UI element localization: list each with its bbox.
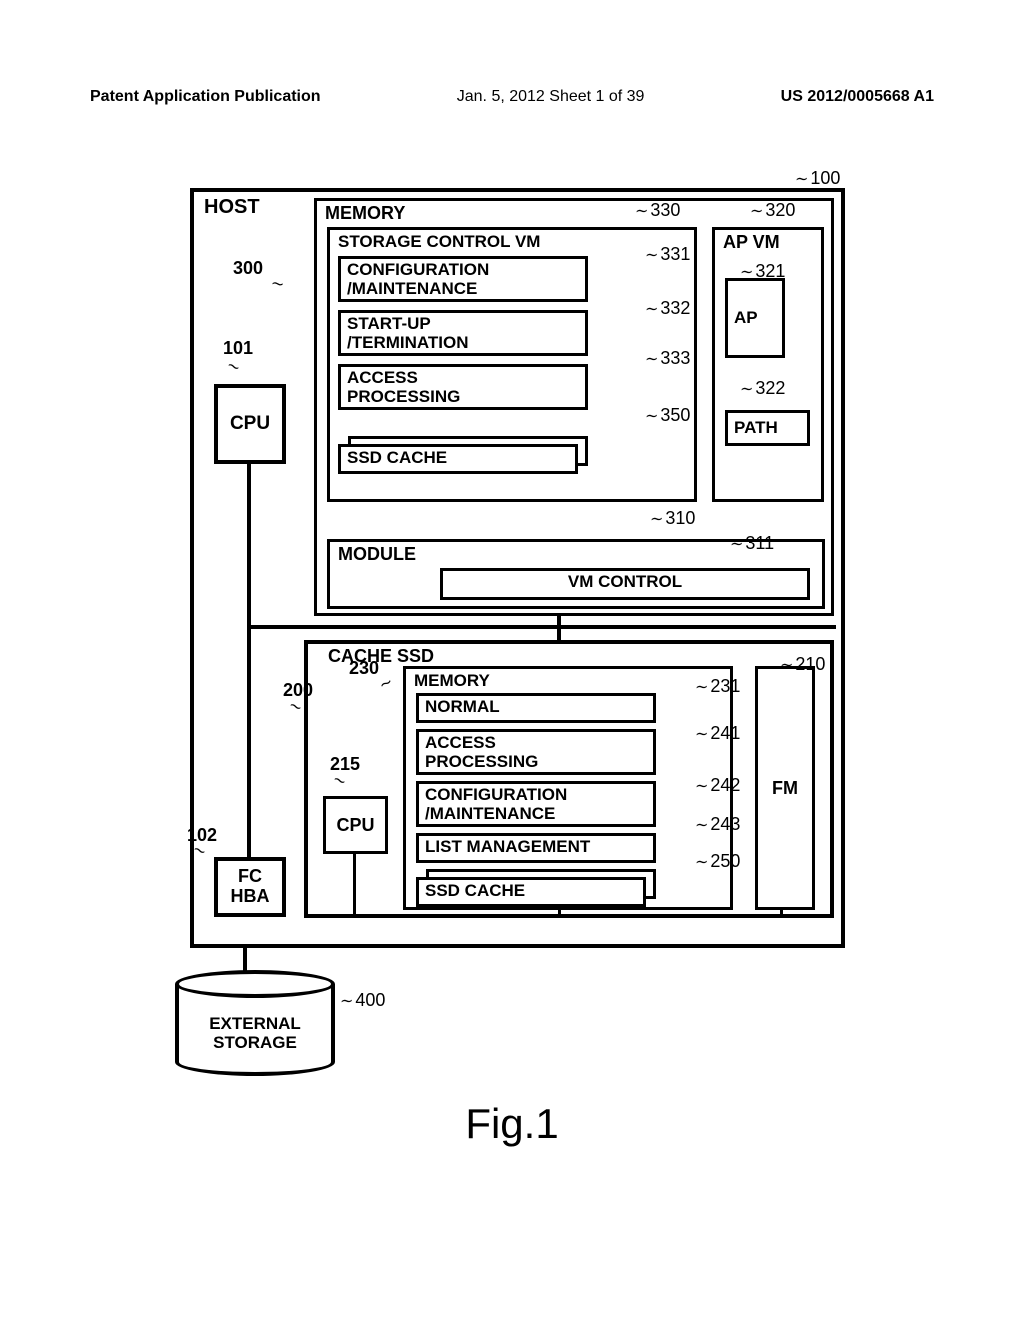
hba-label: HBA bbox=[231, 887, 270, 907]
host-bus-mem-drop bbox=[557, 616, 561, 628]
ssd-memory-box: MEMORY NORMAL ACCESS PROCESSING CONFIGUR… bbox=[403, 666, 733, 910]
ssd-memory-label: MEMORY bbox=[414, 671, 490, 691]
page: Patent Application Publication Jan. 5, 2… bbox=[0, 0, 1024, 1320]
header-sheet: Jan. 5, 2012 Sheet 1 of 39 bbox=[457, 88, 645, 106]
ssd-ssd-cache-box: SSD CACHE bbox=[416, 877, 646, 907]
storage-control-vm-label: STORAGE CONTROL VM bbox=[338, 232, 540, 252]
access-processing-box: ACCESS PROCESSING bbox=[338, 364, 588, 410]
ssd-mem-drop bbox=[558, 909, 561, 917]
ap-vm-label: AP VM bbox=[723, 232, 780, 253]
ref-242: 242 bbox=[695, 775, 740, 796]
header-pubnum: US 2012/0005668 A1 bbox=[781, 88, 934, 106]
host-box: HOST MEMORY STORAGE CONTROL VM CONFIGURA… bbox=[190, 188, 845, 948]
external-storage-cylinder: EXTERNAL STORAGE bbox=[175, 970, 335, 1090]
ref-331: 331 bbox=[645, 244, 690, 265]
storage-label: STORAGE bbox=[213, 1034, 297, 1053]
ref-322: 322 bbox=[740, 378, 785, 399]
header-publication: Patent Application Publication bbox=[90, 88, 321, 106]
ref-333: 333 bbox=[645, 348, 690, 369]
ref-350: 350 bbox=[645, 405, 690, 426]
ssd-config-maintenance-box: CONFIGURATION /MAINTENANCE bbox=[416, 781, 656, 827]
ref-100: 100 bbox=[795, 168, 840, 189]
ssd-internal-bus bbox=[353, 914, 783, 917]
ref-332: 332 bbox=[645, 298, 690, 319]
ref-241: 241 bbox=[695, 723, 740, 744]
ref-310: 310 bbox=[650, 508, 695, 529]
cache-ssd-label: CACHE SSD bbox=[328, 646, 434, 667]
vm-control-box: VM CONTROL bbox=[440, 568, 810, 600]
storage-control-vm: STORAGE CONTROL VM CONFIGURATION /MAINTE… bbox=[327, 227, 697, 502]
ssd-cpu-box: CPU bbox=[323, 796, 388, 854]
ssd-fm-drop bbox=[780, 909, 783, 917]
host-bus-ssd-drop bbox=[557, 628, 561, 640]
external-label: EXTERNAL bbox=[209, 1015, 301, 1034]
startup-termination-box: START-UP /TERMINATION bbox=[338, 310, 588, 356]
list-management-box: LIST MANAGEMENT bbox=[416, 833, 656, 863]
fc-label: FC bbox=[238, 867, 262, 887]
config-maintenance-box: CONFIGURATION /MAINTENANCE bbox=[338, 256, 588, 302]
host-bus-cpu-drop bbox=[247, 464, 251, 857]
ssd-cache-box: SSD CACHE bbox=[338, 444, 578, 474]
ref-300: 300 bbox=[233, 258, 263, 279]
memory-label: MEMORY bbox=[325, 203, 405, 224]
ref-321: 321 bbox=[740, 261, 785, 282]
module-label: MODULE bbox=[338, 544, 416, 565]
ssd-cpu-drop bbox=[353, 854, 356, 916]
host-cpu-box: CPU bbox=[214, 384, 286, 464]
ref-231: 231 bbox=[695, 676, 740, 697]
ref-330: 330 bbox=[635, 200, 680, 221]
host-bus bbox=[249, 625, 836, 629]
fc-hba-box: FC HBA bbox=[214, 857, 286, 917]
ref-243: 243 bbox=[695, 814, 740, 835]
ssd-access-processing-box: ACCESS PROCESSING bbox=[416, 729, 656, 775]
ref-311: 311 bbox=[730, 533, 774, 554]
normal-box: NORMAL bbox=[416, 693, 656, 723]
page-header: Patent Application Publication Jan. 5, 2… bbox=[90, 88, 934, 106]
ref-400: 400 bbox=[340, 990, 385, 1011]
ref-320: 320 bbox=[750, 200, 795, 221]
cylinder-top bbox=[175, 970, 335, 998]
figure-caption: Fig.1 bbox=[0, 1100, 1024, 1148]
fm-box: FM bbox=[755, 666, 815, 910]
ap-box: AP bbox=[725, 278, 785, 358]
path-box: PATH bbox=[725, 410, 810, 446]
ref-250: 250 bbox=[695, 851, 740, 872]
host-label: HOST bbox=[204, 196, 260, 219]
ref-210: 210 bbox=[780, 654, 825, 675]
